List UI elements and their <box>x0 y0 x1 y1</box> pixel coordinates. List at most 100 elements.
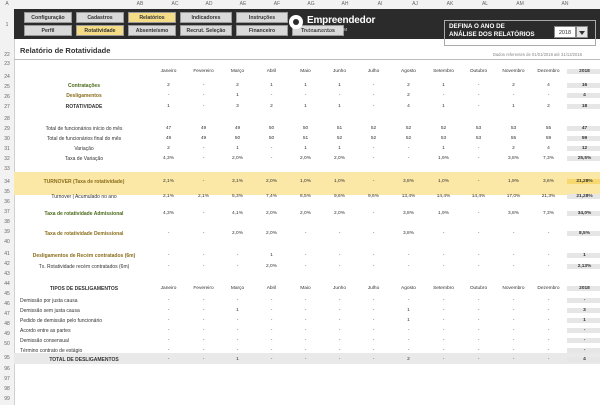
table-cell[interactable]: - <box>151 328 186 333</box>
table-cell[interactable]: - <box>496 318 531 323</box>
table-cell[interactable]: 1,9% <box>426 211 461 216</box>
table-cell[interactable]: Dezembro <box>531 69 566 74</box>
table-cell[interactable]: - <box>186 211 221 216</box>
table-cell[interactable]: 25,5% <box>567 156 600 161</box>
row-number[interactable]: 36 <box>0 199 14 205</box>
table-cell[interactable]: - <box>426 253 461 258</box>
row-number[interactable]: 42 <box>0 261 14 267</box>
table-cell[interactable]: - <box>220 264 255 269</box>
table-cell[interactable]: - <box>531 93 566 98</box>
table-cell[interactable]: 13,4% <box>391 194 426 199</box>
table-cell[interactable]: Agosto <box>391 69 426 74</box>
table-cell[interactable]: Novembro <box>496 69 531 74</box>
row-number[interactable]: 28 <box>0 116 14 122</box>
table-cell[interactable]: 3 <box>567 308 600 313</box>
table-cell[interactable]: - <box>567 328 600 333</box>
table-cell[interactable]: - <box>356 104 391 109</box>
table-cell[interactable]: 1 <box>254 83 289 88</box>
table-cell[interactable]: 52 <box>391 126 426 131</box>
table-cell[interactable]: 2,0% <box>288 211 323 216</box>
table-cell[interactable]: - <box>322 93 357 98</box>
row-number[interactable]: 1 <box>0 22 14 28</box>
table-cell[interactable]: - <box>461 83 496 88</box>
table-cell[interactable]: 8,5% <box>567 231 600 236</box>
table-cell[interactable]: 47 <box>151 126 186 131</box>
table-cell[interactable]: - <box>531 231 566 236</box>
table-cell[interactable]: - <box>254 328 289 333</box>
table-cell[interactable]: 1,0% <box>288 179 323 184</box>
table-cell[interactable]: 49 <box>151 136 186 141</box>
table-cell[interactable]: 4 <box>531 83 566 88</box>
table-cell[interactable]: - <box>288 253 323 258</box>
table-cell[interactable]: - <box>186 179 221 184</box>
table-cell[interactable]: 1 <box>567 318 600 323</box>
table-cell[interactable]: - <box>356 179 391 184</box>
table-cell[interactable]: - <box>151 308 186 313</box>
table-cell[interactable]: - <box>356 318 391 323</box>
row-number[interactable]: 97 <box>0 376 14 382</box>
table-cell[interactable]: 2 <box>531 104 566 109</box>
table-cell[interactable]: - <box>356 328 391 333</box>
row-number[interactable]: 40 <box>0 239 14 245</box>
table-cell[interactable]: 8,5% <box>288 194 323 199</box>
table-cell[interactable]: 50 <box>288 126 323 131</box>
table-cell[interactable]: - <box>496 338 531 343</box>
column-header[interactable]: AI <box>374 1 386 7</box>
table-cell[interactable]: 21,3% <box>531 194 566 199</box>
table-cell[interactable]: - <box>356 357 391 362</box>
table-cell[interactable]: - <box>254 338 289 343</box>
table-cell[interactable]: 2 <box>391 93 426 98</box>
table-cell[interactable]: - <box>496 357 531 362</box>
table-cell[interactable]: Maio <box>288 69 323 74</box>
table-cell[interactable]: Abril <box>254 286 289 291</box>
table-cell[interactable]: - <box>288 328 323 333</box>
row-number[interactable]: 45 <box>0 291 14 297</box>
nav-recrutamento[interactable]: Recrut. Seleção <box>180 25 232 36</box>
table-cell[interactable]: - <box>461 308 496 313</box>
table-cell[interactable]: 2,0% <box>254 211 289 216</box>
table-cell[interactable]: Junho <box>322 286 357 291</box>
table-cell[interactable]: - <box>356 231 391 236</box>
table-cell[interactable]: 52 <box>322 136 357 141</box>
table-cell[interactable]: 1 <box>391 318 426 323</box>
table-cell[interactable]: Setembro <box>426 286 461 291</box>
table-cell[interactable]: Outubro <box>461 286 496 291</box>
nav-financeiro[interactable]: Financeiro <box>236 25 288 36</box>
table-cell[interactable]: - <box>531 253 566 258</box>
table-cell[interactable]: 2,0% <box>220 156 255 161</box>
table-cell[interactable]: 3,8% <box>496 156 531 161</box>
table-cell[interactable]: 59 <box>531 136 566 141</box>
nav-relatorios[interactable]: Relatórios <box>128 12 176 23</box>
table-cell[interactable]: - <box>356 308 391 313</box>
row-number[interactable]: 33 <box>0 166 14 172</box>
table-cell[interactable]: - <box>461 298 496 303</box>
table-cell[interactable]: - <box>322 308 357 313</box>
table-cell[interactable]: - <box>426 93 461 98</box>
table-cell[interactable]: - <box>496 93 531 98</box>
table-cell[interactable]: - <box>356 146 391 151</box>
table-cell[interactable]: - <box>288 318 323 323</box>
table-cell[interactable]: - <box>461 357 496 362</box>
row-number[interactable]: 98 <box>0 386 14 392</box>
table-cell[interactable]: Julho <box>356 286 391 291</box>
table-cell[interactable]: - <box>496 264 531 269</box>
table-cell[interactable]: 12 <box>567 146 600 151</box>
table-cell[interactable]: - <box>254 308 289 313</box>
column-header[interactable]: AJ <box>409 1 421 7</box>
table-cell[interactable]: Fevereiro <box>186 286 221 291</box>
row-number[interactable]: 30 <box>0 136 14 142</box>
table-cell[interactable]: 2018 <box>567 286 600 291</box>
table-cell[interactable]: - <box>220 298 255 303</box>
table-cell[interactable]: - <box>391 253 426 258</box>
table-cell[interactable]: 2 <box>496 83 531 88</box>
table-cell[interactable]: - <box>531 308 566 313</box>
table-cell[interactable]: 16 <box>567 83 600 88</box>
table-cell[interactable]: 5,3% <box>220 194 255 199</box>
table-cell[interactable]: 9,6% <box>356 194 391 199</box>
table-cell[interactable]: 2,0% <box>220 231 255 236</box>
nav-perfil[interactable]: Perfil <box>24 25 72 36</box>
table-cell[interactable]: Abril <box>254 69 289 74</box>
table-cell[interactable]: - <box>288 338 323 343</box>
row-number[interactable]: 43 <box>0 271 14 277</box>
table-cell[interactable]: 1 <box>288 83 323 88</box>
